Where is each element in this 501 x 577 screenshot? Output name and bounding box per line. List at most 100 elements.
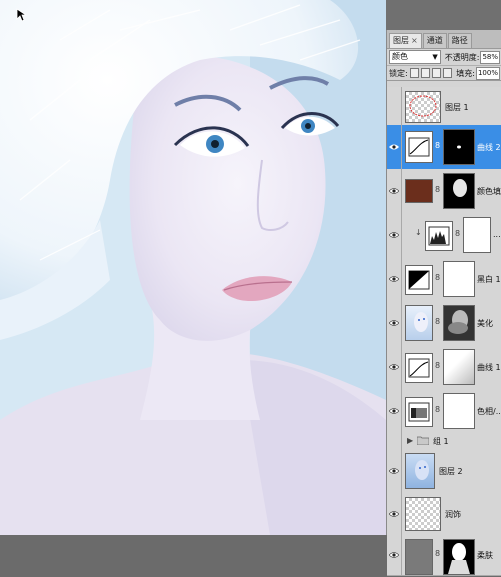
layer-mask[interactable] [463, 217, 491, 253]
layer-name: 图层 2 [439, 467, 463, 476]
layer-name: 图层 1 [445, 103, 469, 112]
layer-thumbnail [405, 497, 441, 531]
eye-icon [389, 552, 399, 558]
link-chain-icon: 8 [435, 549, 441, 558]
layer-name: 组 1 [433, 437, 449, 446]
layer-row[interactable]: 8 黑白 1 [387, 257, 501, 302]
visibility-toggle[interactable] [387, 169, 402, 213]
folder-icon [417, 436, 429, 445]
link-chain-icon: 8 [435, 361, 441, 370]
layer-name: 曲线 2 [477, 143, 501, 152]
fill-input[interactable]: 100% [475, 66, 500, 80]
workspace-background [386, 0, 501, 30]
levels-adjustment-icon [425, 221, 453, 251]
panel-tabs: 图层 × 通道 路径 [387, 30, 501, 49]
layer-mask[interactable] [443, 261, 475, 297]
clip-arrow-icon: ↓ [415, 228, 422, 237]
layer-name: 色相/... [477, 407, 501, 416]
gray-thumbnail [405, 539, 433, 575]
document-canvas[interactable] [0, 0, 386, 535]
eye-icon [389, 276, 399, 282]
visibility-toggle[interactable] [387, 345, 402, 389]
layer-mask[interactable] [443, 305, 475, 341]
visibility-toggle[interactable] [387, 257, 402, 301]
visibility-toggle[interactable] [387, 125, 402, 169]
layer-mask[interactable] [443, 349, 475, 385]
lock-move-icon[interactable] [431, 68, 442, 78]
layer-row[interactable]: 8 颜色填... [387, 169, 501, 214]
lock-label: 锁定: [389, 68, 408, 78]
link-chain-icon: 8 [435, 317, 441, 326]
visibility-toggle[interactable] [387, 301, 402, 345]
eye-icon [389, 320, 399, 326]
black-white-adjustment-icon [405, 265, 433, 295]
layer-row[interactable]: ↓ 8 ... [387, 213, 501, 258]
layer-mask[interactable] [443, 173, 475, 209]
visibility-toggle[interactable] [387, 535, 402, 575]
curves-adjustment-icon [405, 353, 433, 383]
layer-mask[interactable] [443, 539, 475, 575]
layer-row[interactable]: 图层 1 [387, 87, 501, 126]
lock-row: 锁定: 填充: 100% [387, 66, 501, 81]
fill-label: 填充: [456, 68, 475, 78]
layer-name: 柔肤 [477, 551, 493, 560]
layer-name: 颜色填... [477, 187, 501, 196]
eye-icon [389, 468, 399, 474]
link-chain-icon: 8 [435, 185, 441, 194]
layer-row[interactable]: 图层 2 [387, 449, 501, 494]
link-chain-icon: 8 [435, 273, 441, 282]
eye-icon [389, 232, 399, 238]
layer-name: 润饰 [445, 510, 461, 519]
lock-all-icon[interactable] [443, 68, 453, 78]
eye-icon [389, 188, 399, 194]
lock-brush-icon[interactable] [420, 68, 430, 78]
tab-paths-label: 路径 [451, 36, 468, 45]
visibility-toggle[interactable] [387, 433, 402, 449]
color-fill-swatch [405, 179, 433, 203]
link-chain-icon: 8 [435, 405, 441, 414]
opacity-label: 不透明度: [444, 52, 480, 62]
layer-mask[interactable] [443, 393, 475, 429]
layer-name: 黑白 1 [477, 275, 501, 284]
blend-mode-value: 颜色 [392, 52, 408, 61]
curves-adjustment-icon [405, 131, 433, 163]
hue-saturation-adjustment-icon [405, 397, 433, 427]
link-chain-icon: 8 [455, 229, 461, 238]
blend-options-row: 颜色 ▼ 不透明度: 58% [387, 49, 501, 66]
expand-arrow-icon[interactable]: ▶ [407, 436, 413, 445]
layer-mask[interactable] [443, 129, 475, 165]
layer-row-selected[interactable]: 8 曲线 2 [387, 125, 501, 170]
layer-row[interactable]: 8 柔肤 [387, 535, 501, 576]
layer-row[interactable]: 8 色相/... [387, 389, 501, 434]
portrait-photo [0, 0, 386, 535]
visibility-toggle[interactable] [387, 493, 402, 535]
layer-name: 美化 [477, 319, 493, 328]
layer-row[interactable]: 润饰 [387, 493, 501, 536]
eye-icon [389, 408, 399, 414]
chevron-down-icon: ▼ [432, 53, 438, 61]
visibility-toggle[interactable] [387, 449, 402, 493]
portrait-thumbnail [405, 305, 433, 341]
close-icon[interactable]: × [411, 36, 418, 45]
tab-channels[interactable]: 通道 [422, 33, 447, 48]
layer-thumbnail [405, 91, 441, 123]
link-chain-icon: 8 [435, 141, 441, 150]
eye-icon [389, 511, 399, 517]
visibility-toggle[interactable] [387, 213, 402, 257]
blend-mode-select[interactable]: 颜色 ▼ [389, 50, 441, 64]
eye-icon [389, 144, 399, 150]
layer-row[interactable]: 8 曲线 1 [387, 345, 501, 390]
layers-panel: 图层 × 通道 路径 颜色 ▼ 不透明度: 58% 锁定: 填充: 100% 图… [386, 30, 501, 576]
layer-row[interactable]: 8 美化 [387, 301, 501, 346]
portrait-thumbnail [405, 453, 435, 489]
layer-name: ... [493, 230, 501, 239]
tab-layers[interactable]: 图层 × [389, 33, 422, 48]
tab-paths[interactable]: 路径 [447, 33, 472, 48]
eye-icon [389, 364, 399, 370]
group-row[interactable]: ▶ 组 1 [387, 433, 501, 450]
opacity-input[interactable]: 58% [480, 50, 500, 64]
visibility-toggle[interactable] [387, 389, 402, 433]
visibility-toggle[interactable] [387, 87, 402, 125]
red-outline-icon [409, 95, 437, 117]
lock-transparent-icon[interactable] [409, 68, 419, 78]
